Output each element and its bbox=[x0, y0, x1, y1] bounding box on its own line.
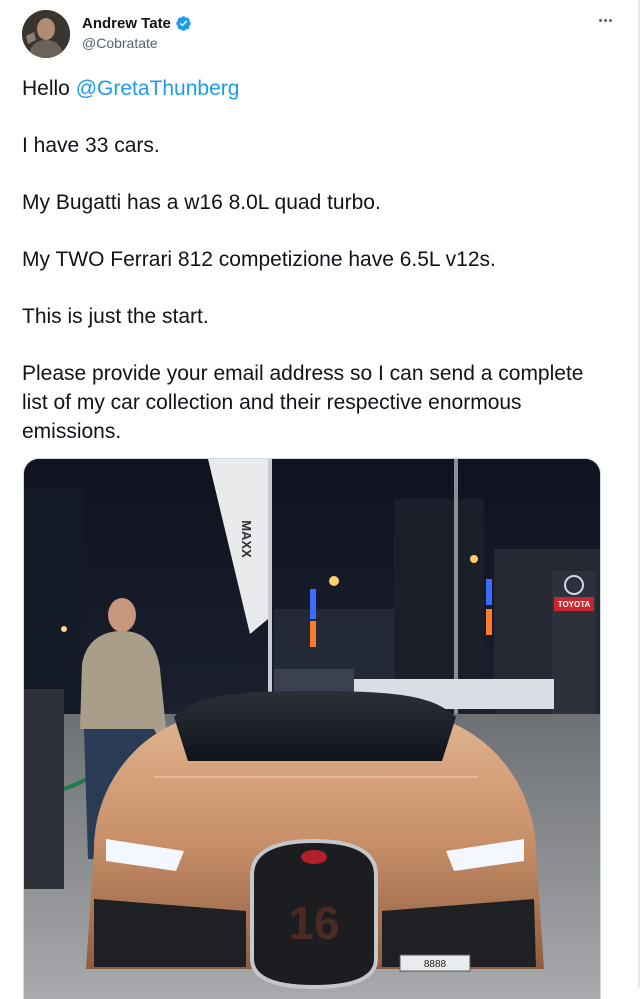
tweet-media[interactable]: TOYOTA MAXX 16 8888 bbox=[23, 458, 601, 999]
tweet-line-greeting: Hello @GretaThunberg bbox=[22, 74, 612, 103]
tweet-body: Hello @GretaThunberg I have 33 cars. My … bbox=[22, 74, 612, 474]
tweet-line-1: I have 33 cars. bbox=[22, 134, 160, 157]
tweet-line-4: This is just the start. bbox=[22, 305, 209, 328]
avatar-photo-icon bbox=[22, 10, 70, 58]
grille-number: 16 bbox=[288, 897, 339, 949]
author-names: Andrew Tate @Cobratate bbox=[82, 13, 192, 51]
plate-text: 8888 bbox=[424, 959, 447, 970]
display-name[interactable]: Andrew Tate bbox=[82, 15, 171, 32]
tweet-line-2: My Bugatti has a w16 8.0L quad turbo. bbox=[22, 191, 381, 214]
tweet-line-3: My TWO Ferrari 812 competizione have 6.5… bbox=[22, 248, 496, 271]
tweet-header: Andrew Tate @Cobratate bbox=[22, 10, 612, 60]
car-photo-icon: TOYOTA MAXX 16 8888 bbox=[24, 459, 600, 999]
toyota-sign-text: TOYOTA bbox=[558, 600, 591, 609]
verified-badge-icon bbox=[176, 15, 191, 31]
handle[interactable]: @Cobratate bbox=[82, 35, 192, 51]
more-options-icon[interactable] bbox=[594, 12, 616, 28]
greeting-text: Hello bbox=[22, 77, 76, 100]
avatar[interactable] bbox=[22, 10, 70, 58]
banner-text: MAXX bbox=[239, 520, 254, 558]
tweet-line-5: Please provide your email address so I c… bbox=[22, 362, 584, 443]
mention-link[interactable]: @GretaThunberg bbox=[76, 77, 240, 100]
